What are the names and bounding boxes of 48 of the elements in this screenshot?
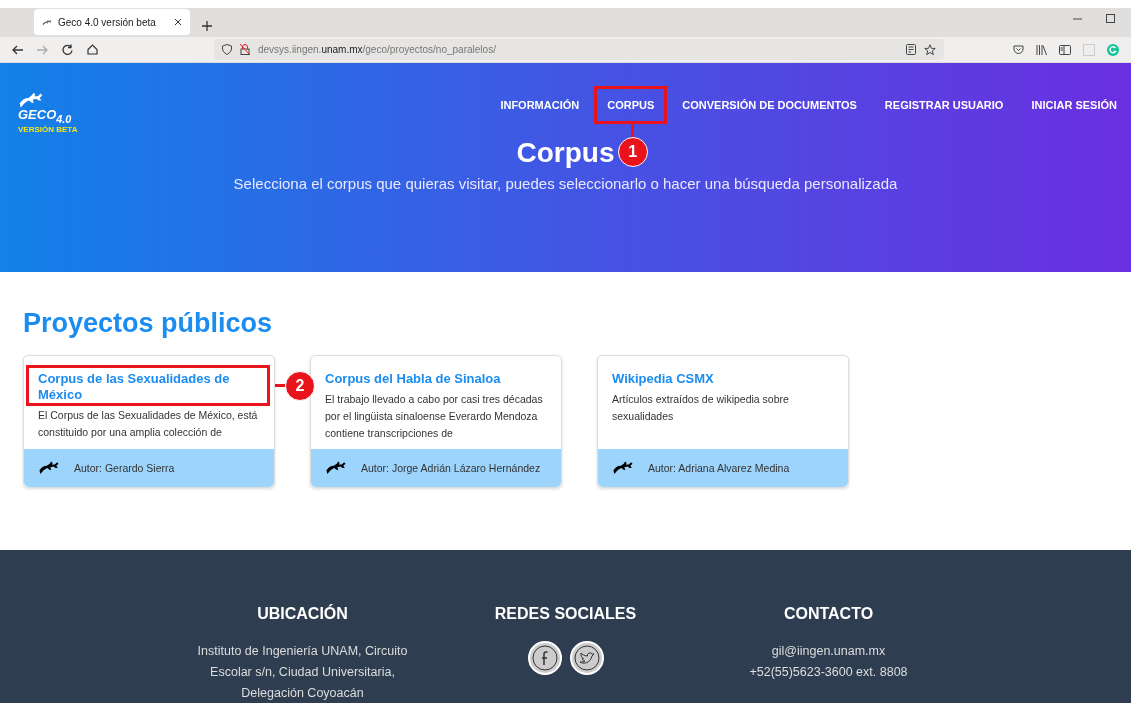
close-icon[interactable]: [174, 18, 182, 26]
gecko-logo-icon: [18, 91, 44, 110]
sidebar-icon[interactable]: [1059, 44, 1071, 55]
project-description: Artículos extraídos de wikipedia sobre sexualidades: [612, 392, 790, 424]
maximize-icon[interactable]: [1106, 14, 1115, 23]
reload-icon[interactable]: [62, 44, 73, 55]
section-heading: Proyectos públicos: [23, 308, 274, 339]
project-card[interactable]: Corpus del Habla de Sinaloa El trabajo llevado a cabo por casi tres décadas por el lingüista sinaloense Everardo Mendoza contiene transcripciones de Autor: Jorge Adrián Lázaro Hernández: [310, 355, 562, 488]
footer-heading: CONTACTO: [782, 605, 875, 623]
back-icon[interactable]: [12, 44, 23, 55]
address-bar[interactable]: devsys.iingen.unam.mx/geco/proyectos/no_paralelos/: [214, 39, 944, 60]
shield-icon: [222, 44, 232, 55]
nav-link[interactable]: INFORMACIÓN: [486, 99, 594, 111]
project-title[interactable]: Corpus del Habla de Sinaloa: [325, 371, 547, 387]
nav-link[interactable]: CORPUS: [593, 99, 669, 111]
site-logo[interactable]: GECO$_{4.0}$: [18, 107, 78, 125]
page-subtitle: Selecciona el corpus que quieras visitar, puedes seleccionarlo o hacer una búsqueda personalizada: [232, 175, 899, 192]
star-icon[interactable]: [924, 43, 936, 56]
project-title[interactable]: Corpus de las Sexualidades de México: [38, 371, 260, 403]
library-icon[interactable]: [1036, 44, 1047, 55]
project-title[interactable]: Wikipedia CSMX: [612, 371, 834, 387]
new-tab-icon[interactable]: [202, 21, 212, 31]
nav-link[interactable]: CONVERSIÓN DE DOCUMENTOS: [668, 99, 871, 111]
project-description: El Corpus de las Sexualidades de México, está constituido por una amplia colección de: [38, 408, 259, 440]
contact-phone: +52(55)5623-3600 ext. 8808: [748, 664, 909, 681]
nav-link[interactable]: INICIAR SESIÓN: [1017, 99, 1131, 111]
footer-heading: REDES SOCIALES: [493, 605, 638, 623]
address-text: Instituto de Ingeniería UNAM, Circuito Escolar s/n, Ciudad Universitaria, Delegación Coyoacán: [196, 643, 409, 702]
lock-icon: [240, 44, 250, 55]
facebook-icon[interactable]: [527, 641, 562, 675]
step-badge: 2: [285, 371, 315, 401]
contact-email[interactable]: gil@iingen.unam.mx: [713, 641, 944, 662]
twitter-icon[interactable]: [569, 641, 604, 675]
pocket-icon[interactable]: [1013, 44, 1024, 55]
nav-link[interactable]: REGISTRAR USUARIO: [870, 99, 1018, 111]
project-author: Autor: Gerardo Sierra: [74, 462, 175, 474]
project-card[interactable]: Corpus de las Sexualidades de México El Corpus de las Sexualidades de México, está constituido por una amplia colección de Autor: Gerardo Sierra: [23, 355, 275, 488]
browser-tab[interactable]: Geco 4.0 versión beta: [34, 9, 190, 35]
step-badge: 1: [617, 137, 648, 167]
reader-icon[interactable]: [906, 44, 916, 55]
project-description: El trabajo llevado a cabo por casi tres décadas por el lingüista sinaloense Everardo Mendoza contiene transcripciones de: [325, 392, 544, 441]
footer-heading: UBICACIÓN: [256, 605, 349, 623]
page-title: Corpus: [516, 137, 615, 169]
logo-tagline: VERSIÓN BETA: [18, 124, 78, 134]
project-author: Autor: Adriana Alvarez Medina: [648, 462, 790, 474]
home-icon[interactable]: [87, 44, 98, 55]
project-author: Autor: Jorge Adrián Lázaro Hernández: [361, 462, 541, 474]
project-card[interactable]: Wikipedia CSMX Artículos extraídos de wikipedia sobre sexualidades Autor: Adriana Alvarez Medina: [597, 355, 849, 488]
